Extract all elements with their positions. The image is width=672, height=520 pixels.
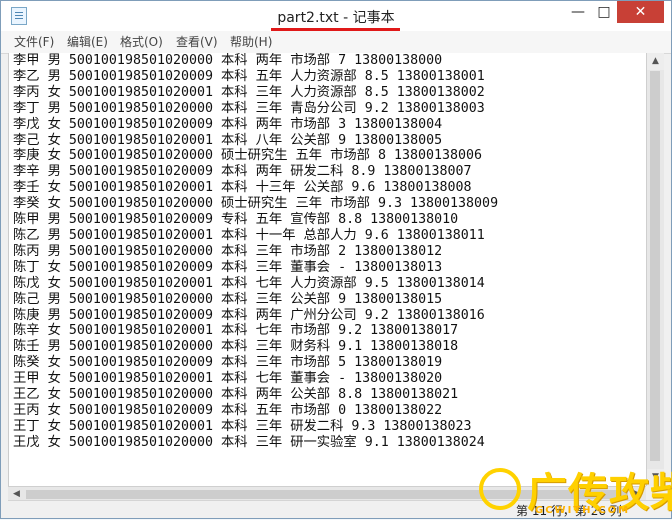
minimize-button[interactable]: — [565,1,591,23]
menu-view[interactable]: 查看(V) [176,33,218,50]
vertical-scrollbar[interactable]: ▲ ▼ [646,53,664,486]
menu-help[interactable]: 帮助(H) [230,33,272,50]
vertical-scroll-thumb[interactable] [650,71,660,461]
title-bar[interactable]: part2.txt - 记事本 — □ ✕ [1,1,671,31]
close-button[interactable]: ✕ [617,1,664,23]
notepad-window: part2.txt - 记事本 — □ ✕ 文件(F) 编辑(E) 格式(O) … [0,0,672,519]
editor-text[interactable]: 李甲 男 500100198501020000 本科 两年 市场部 7 1380… [9,53,646,451]
maximize-button[interactable]: □ [591,1,617,23]
menu-format[interactable]: 格式(O) [120,33,163,50]
scroll-up-icon[interactable]: ▲ [647,53,664,70]
menu-file[interactable]: 文件(F) [14,33,54,50]
scroll-down-icon[interactable]: ▼ [647,469,664,486]
menu-bar: 文件(F) 编辑(E) 格式(O) 查看(V) 帮助(H) [1,31,671,54]
menu-edit[interactable]: 编辑(E) [67,33,108,50]
cursor-position: 第 11 行，第 26 列 [516,504,622,518]
horizontal-scroll-thumb[interactable] [26,490,628,499]
status-bar: 第 11 行，第 26 列 [8,500,663,518]
text-editor[interactable]: 李甲 男 500100198501020000 本科 两年 市场部 7 1380… [8,53,646,486]
